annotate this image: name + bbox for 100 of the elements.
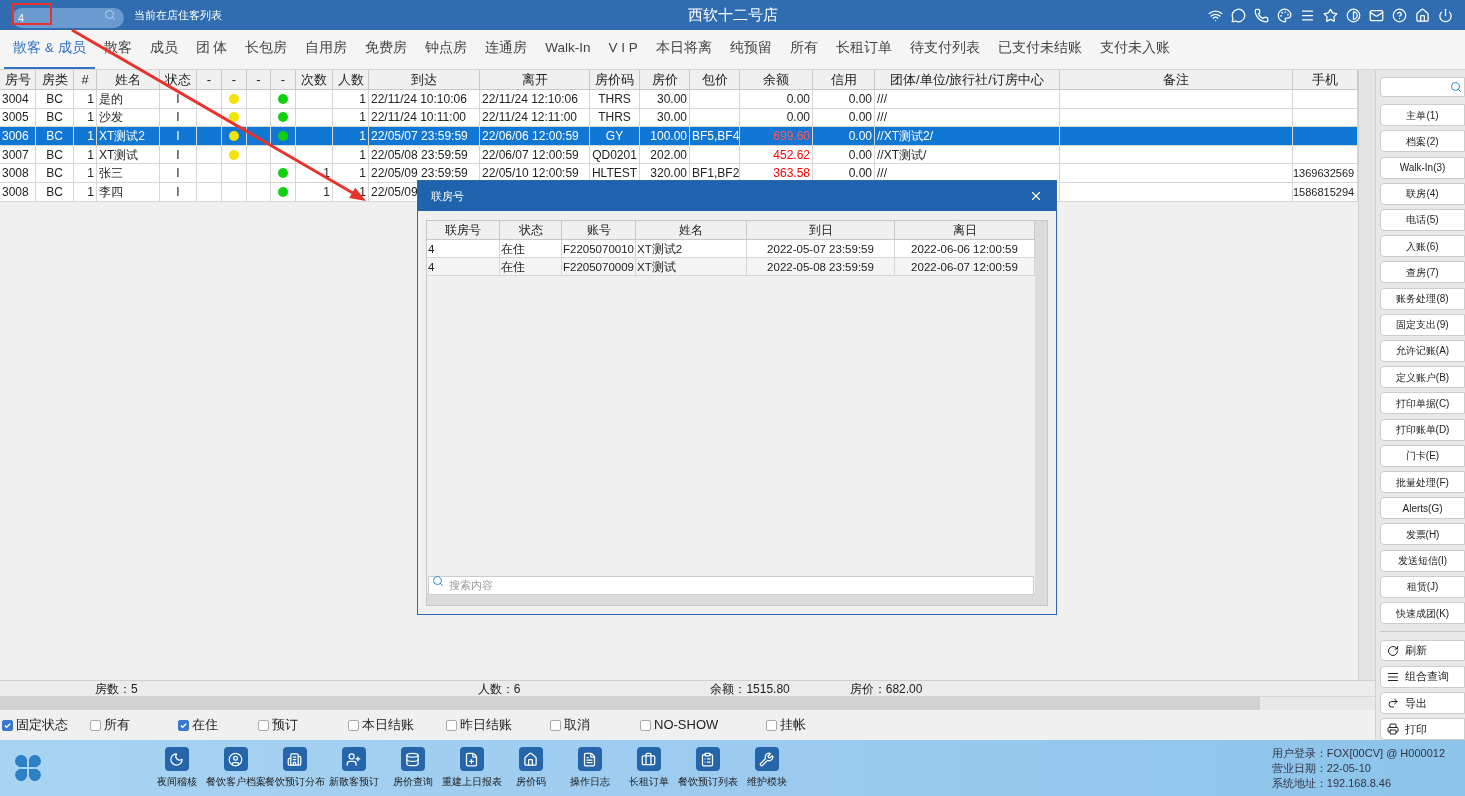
tab[interactable]: 成员 <box>140 30 187 69</box>
column-header[interactable]: - <box>271 70 296 89</box>
tab[interactable]: 免费房 <box>356 30 417 69</box>
action-button[interactable]: 快速成团(K) <box>1380 602 1465 624</box>
action-button[interactable]: 电话(5) <box>1380 209 1465 231</box>
action-button[interactable]: 发送短信(I) <box>1380 549 1465 572</box>
dock-button[interactable]: 操作日志 <box>561 747 618 789</box>
action-button[interactable]: Walk-In(3) <box>1380 156 1465 179</box>
column-header[interactable]: # <box>74 70 97 89</box>
phone-icon[interactable] <box>1254 7 1269 23</box>
column-header[interactable]: 房价码 <box>590 70 640 89</box>
half-circle-icon[interactable] <box>1346 7 1361 23</box>
filter-checkbox[interactable]: 所有 <box>90 715 130 735</box>
action-button[interactable]: 主单(1) <box>1380 104 1465 127</box>
horizontal-scrollbar[interactable] <box>0 697 1260 710</box>
home-icon[interactable] <box>1415 7 1430 23</box>
wifi-icon[interactable] <box>1208 7 1223 23</box>
filter-checkbox[interactable]: 昨日结账 <box>446 715 512 735</box>
table-row[interactable]: 4 在住 F2205070009 XT测试 2022-05-08 23:59:59 2022-06-07 12:00:59 <box>427 258 1035 276</box>
tab[interactable]: 长包房 <box>236 30 297 69</box>
tab[interactable]: Walk-In <box>536 30 600 69</box>
close-icon[interactable] <box>1029 189 1043 203</box>
tab[interactable]: V I P <box>599 30 647 69</box>
action-button[interactable]: Alerts(G) <box>1380 497 1465 520</box>
tool-button[interactable]: 组合查询 <box>1380 665 1465 688</box>
tab[interactable]: 纯预留 <box>720 30 781 69</box>
tab[interactable]: 待支付列表 <box>900 30 989 69</box>
filter-checkbox[interactable]: 本日结账 <box>348 715 414 735</box>
column-header[interactable]: 离开 <box>480 70 590 89</box>
action-button[interactable]: 打印账单(D) <box>1380 418 1465 441</box>
help-icon[interactable] <box>1392 7 1407 23</box>
table-row[interactable]: 4 在住 F2205070010 XT测试2 2022-05-07 23:59:59 2022-06-06 12:00:59 <box>427 240 1035 258</box>
dock-button[interactable]: 夜间稽核 <box>148 747 205 789</box>
tab[interactable]: 本日将离 <box>646 30 721 69</box>
action-button[interactable]: 批量处理(F) <box>1380 471 1465 493</box>
column-header[interactable]: - <box>247 70 271 89</box>
dock-button[interactable]: 餐饮预订分布 <box>266 747 323 789</box>
column-header[interactable]: 备注 <box>1060 70 1293 89</box>
chat-icon[interactable] <box>1231 7 1246 23</box>
vertical-scrollbar[interactable] <box>1358 70 1375 680</box>
tab[interactable]: 团 体 <box>186 30 237 69</box>
tab[interactable]: 已支付未结账 <box>988 30 1091 69</box>
filter-checkbox[interactable]: 挂帐 <box>766 715 807 735</box>
filter-checkbox[interactable]: 取消 <box>550 715 590 735</box>
action-button[interactable]: 允许记账(A) <box>1380 340 1465 362</box>
action-button[interactable]: 入账(6) <box>1380 235 1465 258</box>
action-button[interactable]: 查房(7) <box>1380 261 1465 284</box>
tool-button[interactable]: 导出 <box>1380 691 1465 714</box>
column-header[interactable]: 姓名 <box>636 221 747 239</box>
action-button[interactable]: 门卡(E) <box>1380 444 1465 467</box>
dock-button[interactable]: 房价查询 <box>384 747 441 789</box>
dock-button[interactable]: 长租订单 <box>620 747 677 789</box>
action-button[interactable]: 打印单据(C) <box>1380 392 1465 415</box>
column-header[interactable]: 房价 <box>640 70 690 89</box>
dock-button[interactable]: 餐饮客户档案 <box>207 747 264 789</box>
action-button[interactable]: 租赁(J) <box>1380 575 1465 598</box>
menu-icon[interactable] <box>1300 7 1315 23</box>
dock-button[interactable]: 维护模块 <box>738 747 795 789</box>
action-button[interactable]: 定义账户(B) <box>1380 366 1465 389</box>
column-header[interactable]: 状态 <box>500 221 562 239</box>
table-row[interactable]: 3004 BC 1 是的 I 1 22/11/24 10:10:06 22/11/24 12:10:06 THRS 30.00 0.00 0.00 /// <box>0 90 1358 109</box>
column-header[interactable]: 房号 <box>0 70 36 89</box>
action-button[interactable]: 账务处理(8) <box>1380 287 1465 310</box>
tool-button[interactable]: 打印 <box>1380 718 1465 741</box>
column-header[interactable]: - <box>197 70 222 89</box>
dock-button[interactable]: 重建上日报表 <box>443 747 500 789</box>
star-icon[interactable] <box>1323 7 1338 23</box>
filter-checkbox[interactable]: 固定状态 <box>2 715 68 735</box>
vertical-scrollbar[interactable] <box>1035 221 1047 605</box>
tab[interactable]: 支付未入账 <box>1090 30 1179 69</box>
column-header[interactable]: - <box>222 70 247 89</box>
tab[interactable]: 自用房 <box>296 30 357 69</box>
palette-icon[interactable] <box>1277 7 1292 23</box>
column-header[interactable]: 到日 <box>747 221 895 239</box>
tool-button[interactable]: 刷新 <box>1380 639 1465 662</box>
dock-button[interactable]: 房价码 <box>502 747 559 789</box>
action-button[interactable]: 发票(H) <box>1380 523 1465 546</box>
column-header[interactable]: 联房号 <box>427 221 500 239</box>
action-button[interactable]: 联房(4) <box>1380 182 1465 205</box>
tab[interactable]: 连通房 <box>476 30 537 69</box>
power-icon[interactable] <box>1438 7 1453 23</box>
column-header[interactable]: 次数 <box>296 70 333 89</box>
filter-checkbox[interactable]: 在住 <box>178 715 218 735</box>
column-header[interactable]: 包价 <box>690 70 740 89</box>
column-header[interactable]: 姓名 <box>97 70 160 89</box>
column-header[interactable]: 到达 <box>369 70 480 89</box>
column-header[interactable]: 房类 <box>36 70 74 89</box>
action-button[interactable]: 固定支出(9) <box>1380 313 1465 336</box>
dock-button[interactable]: 新散客预订 <box>325 747 382 789</box>
column-header[interactable]: 人数 <box>333 70 369 89</box>
filter-checkbox[interactable]: NO-SHOW <box>640 715 719 735</box>
tab[interactable]: 所有 <box>780 30 827 69</box>
filter-checkbox[interactable]: 预订 <box>258 715 298 735</box>
search-field[interactable]: 搜索内容 <box>428 575 1034 595</box>
dock-button[interactable]: 餐饮预订列表 <box>679 747 736 789</box>
tab[interactable]: 钟点房 <box>416 30 477 69</box>
column-header[interactable]: 信用 <box>813 70 875 89</box>
mail-icon[interactable] <box>1369 7 1384 23</box>
table-row[interactable]: 3006 BC 1 XT测试2 I 1 22/05/07 23:59:59 22/06/06 12:00:59 GY 100.00 BF5,BF4 699.60 0.00 //XT测试2/ <box>0 127 1358 146</box>
action-button[interactable]: 档案(2) <box>1380 130 1465 153</box>
